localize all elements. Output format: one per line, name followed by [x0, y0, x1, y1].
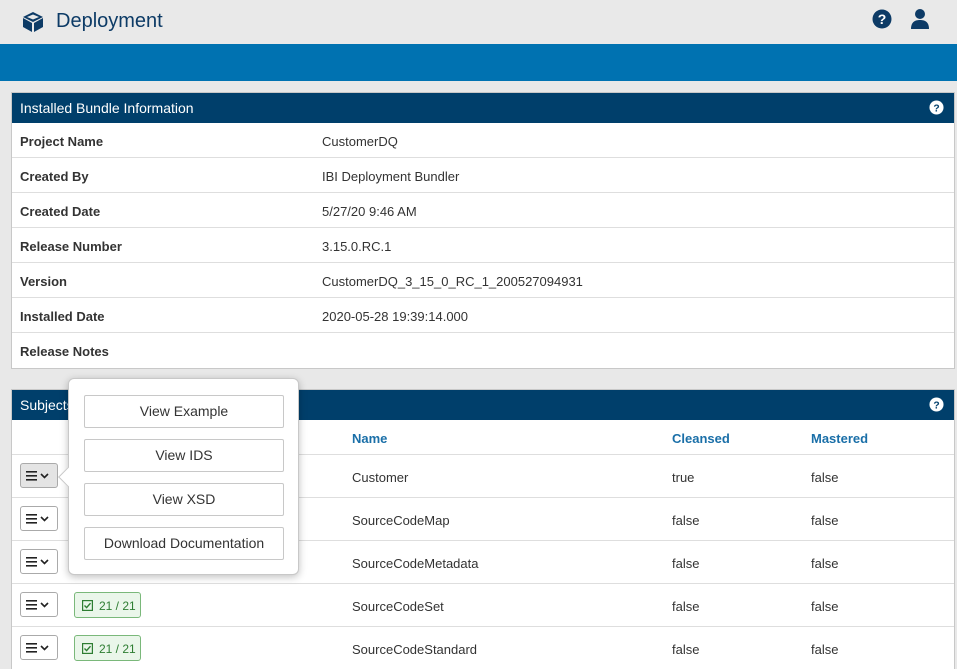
info-label: Version [20, 274, 67, 289]
subject-name[interactable]: Customer [352, 470, 408, 485]
info-row-created-by: Created By IBI Deployment Bundler [12, 158, 954, 193]
info-row-created-date: Created Date 5/27/20 9:46 AM [12, 193, 954, 228]
hamburger-menu-icon [26, 471, 49, 481]
help-icon[interactable]: ? [929, 397, 944, 412]
nav-band [0, 44, 957, 81]
record-count-badge[interactable]: 21 / 21 [74, 635, 141, 661]
info-row-release-number: Release Number 3.15.0.RC.1 [12, 228, 954, 263]
info-value: 3.15.0.RC.1 [322, 239, 392, 254]
row-menu-button[interactable] [20, 463, 58, 488]
row-menu-button[interactable] [20, 635, 58, 660]
table-row: 21 / 21 SourceCodeSet false false [12, 584, 954, 627]
cube-icon [23, 12, 43, 32]
app-title: Deployment [56, 10, 163, 32]
badge-count: 21 / 21 [99, 642, 136, 656]
hamburger-menu-icon [26, 514, 49, 524]
info-value: 5/27/20 9:46 AM [322, 204, 417, 219]
subject-cleansed: false [672, 642, 700, 657]
subject-mastered: false [811, 513, 839, 528]
subject-mastered: false [811, 556, 839, 571]
checkbox-checked-icon [82, 643, 93, 654]
info-row-version: Version CustomerDQ_3_15_0_RC_1_200527094… [12, 263, 954, 298]
info-label: Release Number [20, 239, 122, 254]
info-label: Installed Date [20, 309, 105, 324]
svg-text:?: ? [933, 103, 939, 114]
view-xsd-button[interactable]: View XSD [84, 483, 284, 516]
help-icon[interactable]: ? [872, 9, 892, 29]
help-icon[interactable]: ? [929, 100, 944, 115]
checkbox-checked-icon [82, 600, 93, 611]
info-value: CustomerDQ [322, 134, 398, 149]
info-row-release-notes: Release Notes [12, 333, 954, 368]
svg-text:?: ? [933, 400, 939, 411]
subject-cleansed: false [672, 599, 700, 614]
column-header-name[interactable]: Name [352, 431, 387, 446]
hamburger-menu-icon [26, 600, 49, 610]
panel-title: Installed Bundle Information [20, 100, 194, 116]
download-documentation-button[interactable]: Download Documentation [84, 527, 284, 560]
row-actions-popover: View Example View IDS View XSD Download … [58, 378, 299, 575]
subject-cleansed: false [672, 513, 700, 528]
info-label: Created Date [20, 204, 101, 219]
column-header-mastered[interactable]: Mastered [811, 431, 868, 446]
table-row: 21 / 21 SourceCodeStandard false false [12, 627, 954, 669]
subject-mastered: false [811, 470, 839, 485]
view-example-button[interactable]: View Example [84, 395, 284, 428]
top-bar: Deployment ? [0, 0, 957, 44]
bundle-info-header: Installed Bundle Information ? [12, 93, 954, 123]
subject-name[interactable]: SourceCodeSet [352, 599, 444, 614]
hamburger-menu-icon [26, 643, 49, 653]
info-label: Release Notes [20, 344, 109, 359]
info-label: Created By [20, 169, 89, 184]
info-value: 2020-05-28 19:39:14.000 [322, 309, 469, 324]
subject-name[interactable]: SourceCodeMap [352, 513, 450, 528]
subject-mastered: false [811, 642, 839, 657]
row-menu-button[interactable] [20, 592, 58, 617]
view-ids-button[interactable]: View IDS [84, 439, 284, 472]
subject-cleansed: false [672, 556, 700, 571]
subject-cleansed: true [672, 470, 695, 485]
bundle-info-panel: Installed Bundle Information ? Project N… [11, 92, 955, 369]
row-menu-button[interactable] [20, 506, 58, 531]
subject-name[interactable]: SourceCodeStandard [352, 642, 477, 657]
user-icon[interactable] [910, 8, 930, 30]
info-row-project-name: Project Name CustomerDQ [12, 123, 954, 158]
svg-text:?: ? [878, 11, 887, 27]
badge-count: 21 / 21 [99, 599, 136, 613]
info-label: Project Name [20, 134, 104, 149]
info-row-installed-date: Installed Date 2020-05-28 19:39:14.000 [12, 298, 954, 333]
record-count-badge[interactable]: 21 / 21 [74, 592, 141, 618]
info-value: CustomerDQ_3_15_0_RC_1_200527094931 [322, 274, 583, 289]
column-header-cleansed[interactable]: Cleansed [672, 431, 730, 446]
panel-title: Subjects [20, 397, 74, 413]
hamburger-menu-icon [26, 557, 49, 567]
info-value: IBI Deployment Bundler [322, 169, 460, 184]
subject-mastered: false [811, 599, 839, 614]
row-menu-button[interactable] [20, 549, 58, 574]
subject-name[interactable]: SourceCodeMetadata [352, 556, 478, 571]
